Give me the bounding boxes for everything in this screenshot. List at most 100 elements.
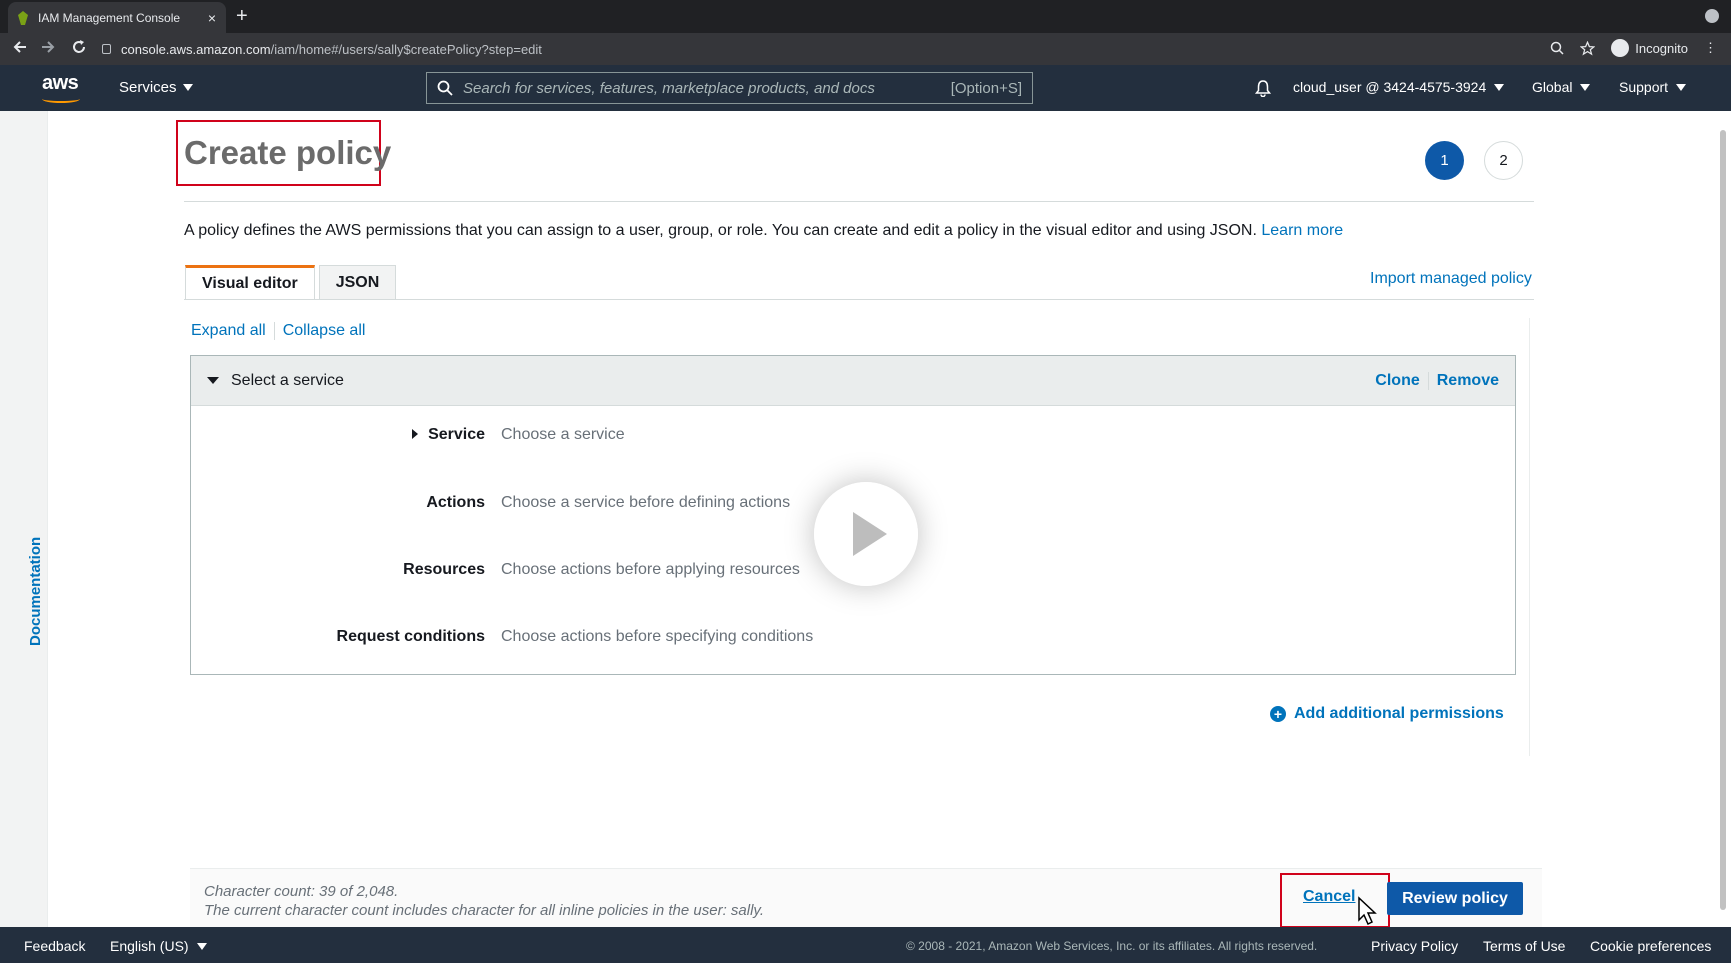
- request-conditions-value: Choose actions before specifying conditi…: [501, 628, 814, 645]
- remove-link[interactable]: Remove: [1437, 372, 1499, 390]
- caret-down-icon: [1580, 83, 1591, 91]
- page-scrollbar[interactable]: [1720, 130, 1726, 910]
- url-path: /iam/home#/users/sally$createPolicy?step…: [270, 41, 542, 57]
- search-shortcut-hint: [Option+S]: [950, 79, 1022, 97]
- caret-down-icon: [1676, 83, 1687, 91]
- tab-json[interactable]: JSON: [318, 265, 397, 300]
- character-count-note: The current character count includes cha…: [204, 902, 764, 919]
- url-host: console.aws.amazon.com: [121, 41, 271, 57]
- iam-favicon-icon: [18, 10, 28, 25]
- account-label: cloud_user @ 3424-4575-3924: [1293, 79, 1487, 95]
- import-managed-policy-link[interactable]: Import managed policy: [1370, 270, 1532, 288]
- intro-description: A policy defines the AWS permissions tha…: [184, 222, 1257, 239]
- add-additional-permissions-button[interactable]: + Add additional permissions: [1270, 705, 1504, 723]
- search-input[interactable]: [463, 79, 951, 97]
- intro-text: A policy defines the AWS permissions tha…: [184, 222, 1343, 240]
- browser-actions: Incognito ⋮: [1550, 39, 1717, 57]
- request-conditions-row: Request conditions Choose actions before…: [191, 628, 814, 646]
- region-label: Global: [1532, 79, 1573, 95]
- services-label: Services: [119, 79, 177, 96]
- documentation-panel-toggle[interactable]: Documentation: [0, 111, 48, 927]
- page-title: Create policy: [184, 134, 392, 171]
- address-bar[interactable]: console.aws.amazon.com/iam/home#/users/s…: [102, 37, 1602, 61]
- step-indicator-2: 2: [1484, 141, 1523, 180]
- tab-close-icon[interactable]: ×: [208, 10, 216, 26]
- add-permissions-label: Add additional permissions: [1294, 705, 1504, 722]
- language-selector[interactable]: English (US): [110, 938, 207, 954]
- services-menu-button[interactable]: Services: [119, 79, 193, 96]
- tab-visual-editor[interactable]: Visual editor: [185, 265, 315, 300]
- caret-down-icon: [196, 942, 207, 950]
- lock-icon: [102, 44, 111, 54]
- service-search-box[interactable]: [Option+S]: [426, 72, 1033, 104]
- editor-tabs: Visual editor JSON: [185, 265, 397, 300]
- support-menu-button[interactable]: Support: [1619, 79, 1687, 95]
- permission-block-header[interactable]: Select a service Clone Remove: [191, 356, 1515, 406]
- aws-logo[interactable]: aws: [42, 72, 79, 95]
- notifications-bell-icon[interactable]: [1254, 79, 1272, 97]
- aws-footer: Feedback English (US) © 2008 - 2021, Ama…: [0, 927, 1731, 963]
- account-menu-button[interactable]: cloud_user @ 3424-4575-3924: [1293, 79, 1505, 95]
- search-icon: [437, 80, 453, 96]
- browser-toolbar: console.aws.amazon.com/iam/home#/users/s…: [0, 33, 1731, 65]
- reload-icon[interactable]: [71, 39, 87, 55]
- documentation-label: Documentation: [27, 536, 44, 646]
- incognito-icon: [1611, 39, 1630, 57]
- separator: [1427, 371, 1429, 390]
- choose-service-link[interactable]: Choose a service: [501, 426, 625, 444]
- review-policy-button[interactable]: Review policy: [1387, 882, 1523, 915]
- actions-label: Actions: [426, 494, 485, 511]
- caret-down-icon: [182, 84, 193, 91]
- cookie-preferences-link[interactable]: Cookie preferences: [1590, 938, 1711, 954]
- divider: [184, 201, 1534, 202]
- cancel-button[interactable]: Cancel: [1303, 888, 1355, 906]
- caret-down-icon: [1494, 83, 1505, 91]
- service-row: Service Choose a service: [191, 426, 625, 444]
- browser-tab-strip: IAM Management Console × +: [0, 0, 1731, 33]
- terms-of-use-link[interactable]: Terms of Use: [1483, 938, 1565, 954]
- request-conditions-label: Request conditions: [336, 628, 485, 645]
- feedback-link[interactable]: Feedback: [24, 938, 85, 954]
- mouse-cursor-icon: [1358, 896, 1377, 926]
- character-count: Character count: 39 of 2,048. The curren…: [204, 882, 764, 920]
- expand-collapse-controls: Expand all Collapse all: [191, 322, 365, 340]
- region-menu-button[interactable]: Global: [1532, 79, 1591, 95]
- forward-icon[interactable]: [40, 39, 56, 55]
- screen: IAM Management Console × + console.aws.a…: [0, 0, 1731, 963]
- new-tab-icon[interactable]: +: [236, 5, 248, 28]
- bookmark-star-icon[interactable]: [1580, 40, 1596, 56]
- resources-label: Resources: [403, 561, 485, 578]
- content-rule: [1529, 318, 1530, 756]
- learn-more-link[interactable]: Learn more: [1261, 222, 1343, 239]
- actions-value: Choose a service before defining actions: [501, 494, 791, 511]
- character-count-line: Character count: 39 of 2,048.: [204, 883, 399, 900]
- tabs-divider: [184, 299, 1534, 300]
- separator: [273, 322, 275, 340]
- resources-value: Choose actions before applying resources: [501, 561, 800, 578]
- permission-block-actions: Clone Remove: [1375, 371, 1499, 390]
- aws-smile-icon: [42, 95, 80, 103]
- clone-link[interactable]: Clone: [1375, 372, 1419, 390]
- collapse-all-link[interactable]: Collapse all: [283, 322, 366, 340]
- language-label: English (US): [110, 938, 189, 954]
- incognito-profile[interactable]: Incognito: [1611, 39, 1688, 57]
- plus-circle-icon: +: [1270, 706, 1286, 722]
- back-icon[interactable]: [12, 39, 28, 55]
- copyright-text: © 2008 - 2021, Amazon Web Services, Inc.…: [906, 939, 1318, 953]
- browser-tab[interactable]: IAM Management Console ×: [8, 2, 226, 33]
- collapse-triangle-icon[interactable]: [207, 377, 219, 384]
- service-label[interactable]: Service: [191, 426, 501, 444]
- video-play-overlay[interactable]: [814, 482, 918, 586]
- permission-block-title: Select a service: [231, 371, 344, 389]
- support-label: Support: [1619, 79, 1669, 95]
- incognito-label: Incognito: [1635, 40, 1688, 56]
- expand-all-link[interactable]: Expand all: [191, 322, 266, 340]
- browser-menu-icon[interactable]: ⋮: [1704, 40, 1717, 56]
- step-indicator-1: 1: [1425, 141, 1464, 180]
- url-text: console.aws.amazon.com/iam/home#/users/s…: [121, 42, 542, 57]
- zoom-icon[interactable]: [1550, 41, 1564, 55]
- privacy-policy-link[interactable]: Privacy Policy: [1371, 938, 1458, 954]
- resources-row: Resources Choose actions before applying…: [191, 561, 800, 579]
- tab-title: IAM Management Console: [38, 10, 181, 25]
- tab-search-icon[interactable]: [1705, 9, 1719, 23]
